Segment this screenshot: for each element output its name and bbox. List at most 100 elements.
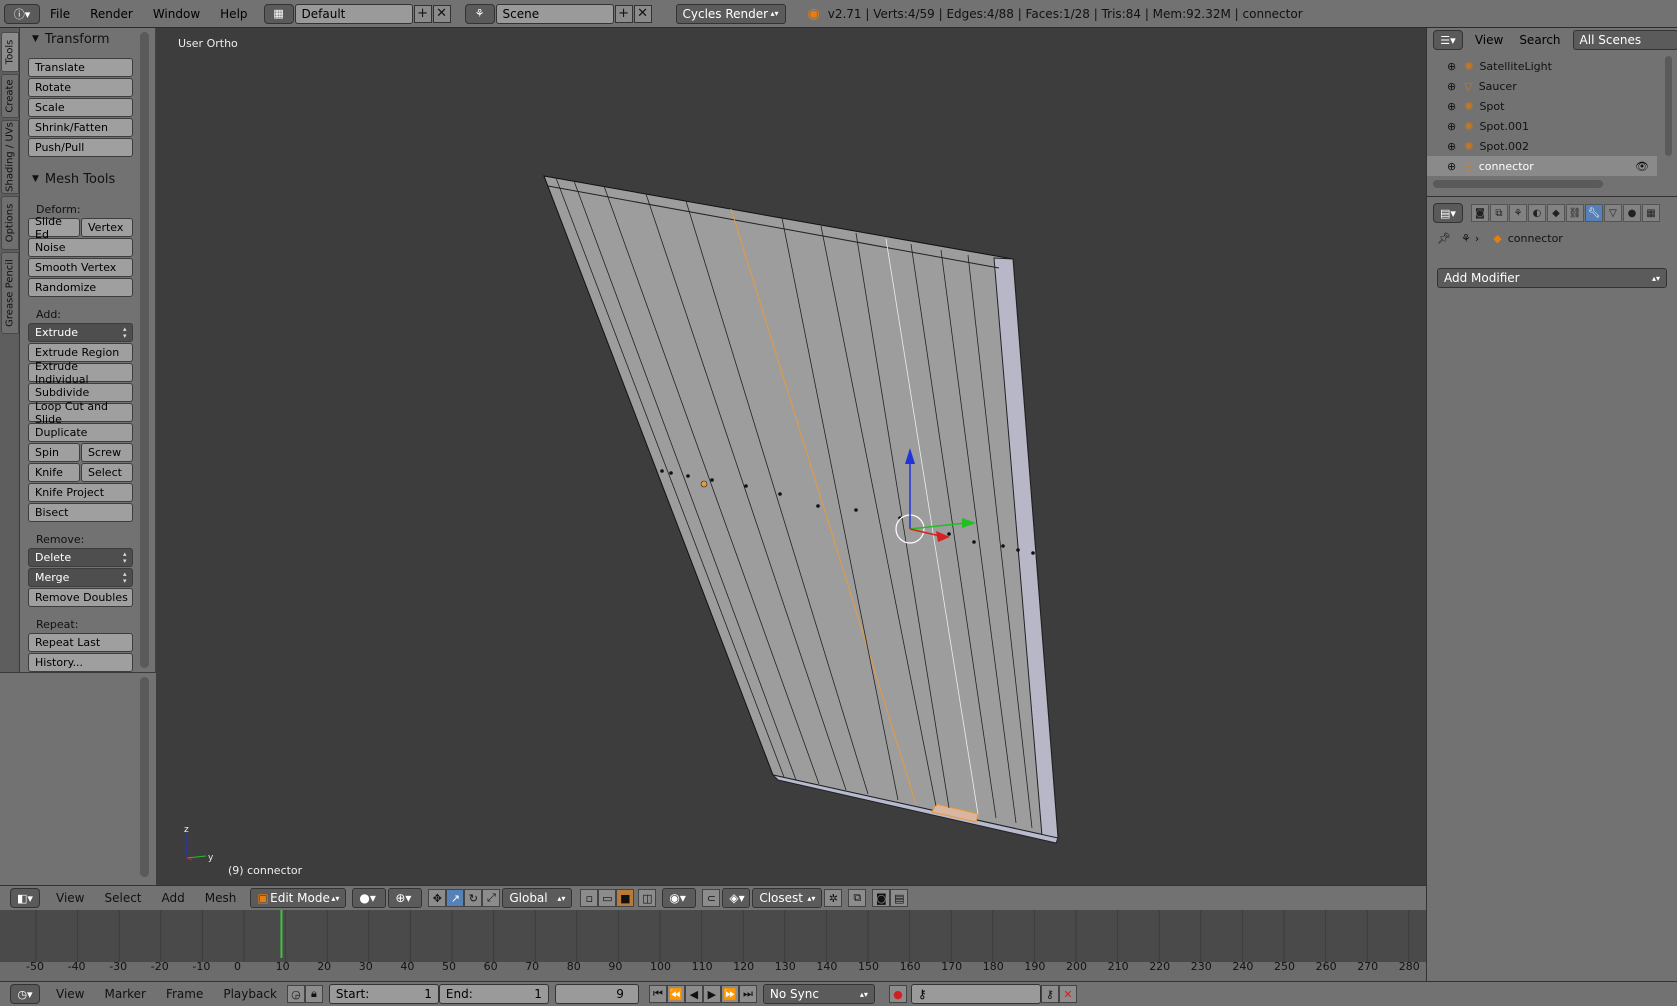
snap-target-select[interactable]: Closest ▴▾ bbox=[752, 888, 823, 908]
remove-doubles-button[interactable]: Remove Doubles bbox=[28, 588, 133, 607]
preview-range-button[interactable]: ◶ bbox=[286, 985, 305, 1003]
orientation-select[interactable]: Global ▴▾ bbox=[502, 888, 573, 908]
auto-keying-button[interactable]: ● bbox=[888, 985, 907, 1003]
extrude-individual-button[interactable]: Extrude Individual bbox=[28, 360, 133, 386]
pin-icon[interactable]: 📌︎ bbox=[1437, 232, 1451, 245]
editor-type-outliner-button[interactable]: ☰▾ bbox=[1433, 30, 1463, 50]
world-tab[interactable]: ◐ bbox=[1528, 204, 1546, 222]
noise-button[interactable]: Noise bbox=[28, 238, 133, 257]
menu-playback[interactable]: Playback bbox=[213, 987, 287, 1001]
transform-panel-header[interactable]: ▼ Transform bbox=[20, 28, 110, 50]
mode-select[interactable]: ▣ Edit Mode ▴▾ bbox=[250, 888, 347, 908]
current-frame-field[interactable]: 9 bbox=[554, 984, 639, 1004]
tab-options[interactable]: Options bbox=[1, 196, 19, 250]
face-select-button[interactable]: ■ bbox=[616, 889, 635, 907]
bisect-button[interactable]: Bisect bbox=[28, 503, 133, 522]
timeline-area[interactable]: -50 -40 -30 -20 -10 0 10 20 30 40 50 60 70 80 90 100 110… bbox=[0, 910, 1426, 981]
keying-set-field[interactable]: ⚷ bbox=[910, 984, 1041, 1004]
add-modifier-dropdown[interactable]: Add Modifier ▴▾ bbox=[1437, 268, 1667, 288]
screw-button[interactable]: Screw bbox=[81, 443, 133, 462]
menu-help[interactable]: Help bbox=[210, 7, 257, 21]
mesh-tools-panel-header[interactable]: ▼ Mesh Tools bbox=[20, 168, 115, 190]
randomize-button[interactable]: Randomize bbox=[28, 278, 133, 297]
scene-name-field[interactable]: Scene bbox=[495, 3, 614, 24]
menu-file[interactable]: File bbox=[40, 7, 80, 21]
insert-keyframe-button[interactable]: ⚷ bbox=[1040, 985, 1059, 1003]
menu-select[interactable]: Select bbox=[94, 891, 151, 905]
menu-render[interactable]: Render bbox=[80, 7, 143, 21]
limit-selection-button[interactable]: ◫ bbox=[638, 889, 657, 907]
shrink-fatten-button[interactable]: Shrink/Fatten bbox=[28, 118, 133, 137]
menu-mesh[interactable]: Mesh bbox=[195, 891, 247, 905]
editor-type-info-button[interactable]: ⓘ▾ bbox=[4, 3, 40, 24]
add-scene-button[interactable]: + bbox=[614, 4, 633, 23]
lock-frame-button[interactable]: 🔒︎ bbox=[304, 985, 323, 1003]
manipulator-toggle[interactable]: ✥ bbox=[428, 889, 447, 907]
render-image-button[interactable]: ◙ bbox=[872, 889, 891, 907]
operator-panel-scrollbar[interactable] bbox=[140, 677, 149, 877]
mesh-canvas[interactable]: z y bbox=[156, 28, 1426, 885]
render-animation-button[interactable]: ▤ bbox=[890, 889, 909, 907]
outliner-menu-view[interactable]: View bbox=[1475, 33, 1503, 47]
menu-add[interactable]: Add bbox=[152, 891, 195, 905]
outliner-horizontal-scrollbar[interactable] bbox=[1433, 180, 1603, 188]
outliner-item[interactable]: ⊕ ✺ Spot bbox=[1427, 96, 1657, 116]
render-layers-tab[interactable]: ⧉ bbox=[1490, 204, 1508, 222]
screen-layout-button[interactable]: ▦ bbox=[263, 3, 294, 24]
play-button[interactable]: ▶ bbox=[702, 985, 721, 1003]
remove-layout-button[interactable]: ✕ bbox=[432, 4, 451, 23]
expand-icon[interactable]: ⊕ bbox=[1447, 60, 1456, 73]
editor-type-3dview-button[interactable]: ◧▾ bbox=[10, 888, 40, 908]
jump-end-button[interactable]: ⏭ bbox=[738, 985, 757, 1003]
menu-view[interactable]: View bbox=[46, 891, 94, 905]
pivot-select[interactable]: ⊕▾ bbox=[388, 888, 423, 908]
tab-shading-uvs[interactable]: Shading / UVs bbox=[1, 120, 19, 194]
jump-start-button[interactable]: ⏮ bbox=[648, 985, 667, 1003]
render-tab[interactable]: ◙ bbox=[1471, 204, 1489, 222]
duplicate-button[interactable]: Duplicate bbox=[28, 423, 133, 442]
start-frame-field[interactable]: Start: 1 bbox=[328, 984, 439, 1004]
extrude-dropdown[interactable]: Extrude bbox=[28, 323, 133, 342]
constraints-tab[interactable]: ⛓ bbox=[1566, 204, 1584, 222]
knife-button[interactable]: Knife bbox=[28, 463, 80, 482]
material-tab[interactable]: ● bbox=[1623, 204, 1641, 222]
editor-type-properties-button[interactable]: ▤▾ bbox=[1433, 203, 1463, 223]
rotate-button[interactable]: Rotate bbox=[28, 78, 133, 97]
menu-marker[interactable]: Marker bbox=[94, 987, 155, 1001]
outliner-item[interactable]: ⊕ ✺ SatelliteLight bbox=[1427, 56, 1657, 76]
menu-window[interactable]: Window bbox=[143, 7, 210, 21]
delete-dropdown[interactable]: Delete bbox=[28, 548, 133, 567]
snap-rotation-button[interactable]: ✲ bbox=[824, 889, 843, 907]
outliner-filter-select[interactable]: All Scenes bbox=[1572, 30, 1677, 50]
scale-manipulator-button[interactable]: ⤢ bbox=[482, 889, 501, 907]
scene-selector-button[interactable]: ⚘ bbox=[464, 3, 495, 24]
spin-button[interactable]: Spin bbox=[28, 443, 80, 462]
slide-edge-button[interactable]: Slide Ed bbox=[28, 215, 80, 241]
3d-viewport[interactable]: User Ortho (9) connector z y bbox=[156, 28, 1426, 885]
editor-type-timeline-button[interactable]: ◷▾ bbox=[10, 984, 40, 1004]
texture-tab[interactable]: ▦ bbox=[1642, 204, 1660, 222]
next-keyframe-button[interactable]: ⏩ bbox=[720, 985, 739, 1003]
eye-icon[interactable]: 👁︎ bbox=[1635, 160, 1649, 173]
copy-layers-button[interactable]: ⧉ bbox=[848, 889, 867, 907]
rotate-manipulator-button[interactable]: ↻ bbox=[464, 889, 483, 907]
remove-scene-button[interactable]: ✕ bbox=[633, 4, 652, 23]
object-tab[interactable]: ◆ bbox=[1547, 204, 1565, 222]
modifiers-tab[interactable]: 🔧︎ bbox=[1585, 204, 1603, 222]
translate-manipulator-button[interactable]: ↗ bbox=[446, 889, 465, 907]
translate-button[interactable]: Translate bbox=[28, 58, 133, 77]
outliner-item[interactable]: ⊕ ▽ Saucer bbox=[1427, 76, 1657, 96]
delete-keyframe-button[interactable]: ✕ bbox=[1058, 985, 1077, 1003]
menu-timeline-view[interactable]: View bbox=[46, 987, 94, 1001]
snap-toggle[interactable]: ⊂ bbox=[702, 889, 721, 907]
prev-keyframe-button[interactable]: ⏪ bbox=[666, 985, 685, 1003]
tab-grease-pencil[interactable]: Grease Pencil bbox=[1, 252, 19, 334]
loop-cut-button[interactable]: Loop Cut and Slide bbox=[28, 400, 133, 426]
merge-dropdown[interactable]: Merge bbox=[28, 568, 133, 587]
shading-select[interactable]: ●▾ bbox=[352, 888, 387, 908]
repeat-last-button[interactable]: Repeat Last bbox=[28, 633, 133, 652]
menu-frame[interactable]: Frame bbox=[156, 987, 213, 1001]
sync-select[interactable]: No Sync ▴▾ bbox=[762, 984, 875, 1004]
outliner-item-selected[interactable]: ⊕ ▽ connector 👁︎ bbox=[1427, 156, 1657, 176]
outliner-item[interactable]: ⊕ ✺ Spot.002 bbox=[1427, 136, 1657, 156]
